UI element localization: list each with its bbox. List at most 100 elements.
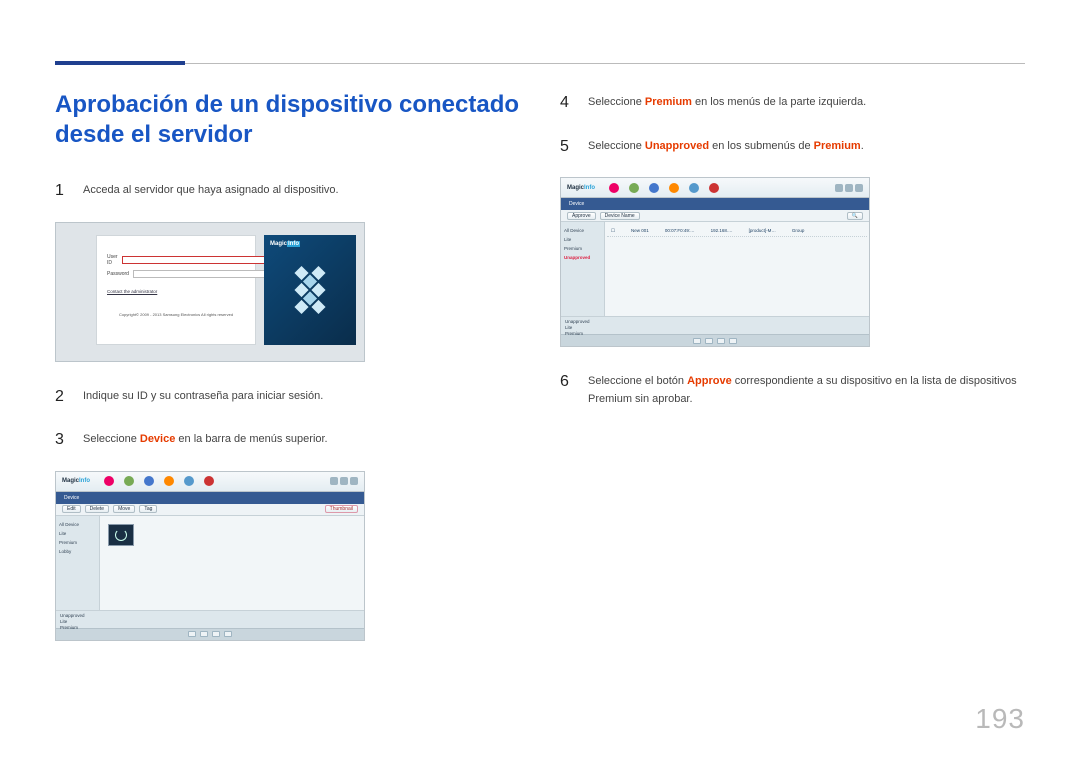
tool-icon[interactable] bbox=[144, 476, 154, 486]
row-group: Group bbox=[792, 228, 805, 234]
sidebar-item-selected[interactable]: Unapproved bbox=[564, 253, 601, 262]
toolbar-icons bbox=[609, 183, 719, 193]
login-screenshot: User ID Login Password Sign Up Contact t… bbox=[55, 222, 365, 362]
step-3-text: Seleccione Device en la barra de menús s… bbox=[83, 427, 328, 453]
step-3-num: 3 bbox=[55, 427, 69, 453]
filter-chip[interactable]: Move bbox=[113, 505, 135, 513]
login-panel: User ID Login Password Sign Up Contact t… bbox=[96, 235, 256, 345]
diamond-grid-icon bbox=[275, 254, 346, 325]
row-name: New 001 bbox=[631, 228, 649, 234]
pager-chip[interactable] bbox=[705, 338, 713, 344]
toolbar-chip[interactable] bbox=[855, 184, 863, 192]
footer-item[interactable]: Premium bbox=[60, 625, 360, 631]
sidebar-item[interactable]: Premium bbox=[59, 538, 96, 547]
step-1-text: Acceda al servidor que haya asignado al … bbox=[83, 178, 339, 204]
pager-chip[interactable] bbox=[717, 338, 725, 344]
search-chip[interactable]: 🔍 bbox=[847, 212, 863, 220]
device-screenshot: MagicInfo Device Edit bbox=[55, 471, 365, 641]
sidebar-item[interactable]: Lobby bbox=[59, 547, 96, 556]
highlight-unapproved: Unapproved bbox=[645, 140, 709, 152]
header-accent bbox=[55, 61, 185, 65]
tool-icon[interactable] bbox=[184, 476, 194, 486]
filter-chip[interactable]: Edit bbox=[62, 505, 81, 513]
sidebar-item[interactable]: All Device bbox=[59, 520, 96, 529]
sidebar-item[interactable]: All Device bbox=[564, 226, 601, 235]
app-filterbar: Approve Device Name 🔍 bbox=[561, 210, 869, 222]
step-4-num: 4 bbox=[560, 90, 574, 116]
app-toolbar: MagicInfo bbox=[56, 472, 364, 492]
toolbar-chip[interactable] bbox=[340, 477, 348, 485]
app-toolbar: MagicInfo bbox=[561, 178, 869, 198]
step-3: 3 Seleccione Device en la barra de menús… bbox=[55, 427, 520, 453]
toolbar-chip[interactable] bbox=[350, 477, 358, 485]
brand-label: MagicInfo bbox=[270, 241, 300, 247]
filter-chip[interactable]: Delete bbox=[85, 505, 109, 513]
toolbar-chip[interactable] bbox=[330, 477, 338, 485]
step-1-num: 1 bbox=[55, 178, 69, 204]
device-row[interactable]: ☐ New 001 00:07:F0:49:… 192.168.… [produ… bbox=[607, 226, 867, 237]
toolbar-chip[interactable] bbox=[835, 184, 843, 192]
step-1: 1 Acceda al servidor que haya asignado a… bbox=[55, 178, 520, 204]
contact-admin-link[interactable]: Contact the administrator bbox=[107, 289, 245, 294]
tool-icon[interactable] bbox=[669, 183, 679, 193]
step-4: 4 Seleccione Premium en los menús de la … bbox=[560, 90, 1025, 116]
toolbar-icons bbox=[104, 476, 214, 486]
premium-screenshot: MagicInfo Device Appr bbox=[560, 177, 870, 347]
app-filterbar: Edit Delete Move Tag Thumbnail bbox=[56, 504, 364, 516]
header-rule bbox=[55, 63, 1025, 64]
left-column: Aprobación de un dispositivo conectado d… bbox=[55, 90, 520, 663]
sidebar-item[interactable]: Premium bbox=[564, 244, 601, 253]
tool-icon[interactable] bbox=[609, 183, 619, 193]
tool-icon[interactable] bbox=[689, 183, 699, 193]
pager-chip[interactable] bbox=[729, 338, 737, 344]
step-5: 5 Seleccione Unapproved en los submenús … bbox=[560, 134, 1025, 160]
row-ip: 192.168.… bbox=[711, 228, 733, 234]
tool-icon[interactable] bbox=[649, 183, 659, 193]
step-5-num: 5 bbox=[560, 134, 574, 160]
sidebar-item[interactable]: Lite bbox=[59, 529, 96, 538]
page-content: Aprobación de un dispositivo conectado d… bbox=[55, 90, 1025, 663]
step-6-num: 6 bbox=[560, 369, 574, 408]
step-2-text: Indique su ID y su contraseña para inici… bbox=[83, 384, 323, 410]
brand-small: MagicInfo bbox=[62, 478, 90, 484]
pager-chip[interactable] bbox=[693, 338, 701, 344]
login-user-label: User ID bbox=[107, 254, 118, 266]
step-6: 6 Seleccione el botón Approve correspond… bbox=[560, 369, 1025, 408]
filter-chip[interactable]: Tag bbox=[139, 505, 157, 513]
highlight-device: Device bbox=[140, 433, 175, 445]
highlight-approve: Approve bbox=[687, 375, 732, 387]
pager-chip[interactable] bbox=[188, 631, 196, 637]
tool-icon[interactable] bbox=[629, 183, 639, 193]
toolbar-chip[interactable] bbox=[845, 184, 853, 192]
right-column: 4 Seleccione Premium en los menús de la … bbox=[560, 90, 1025, 663]
view-thumbnail-chip[interactable]: Thumbnail bbox=[325, 505, 358, 513]
device-thumbnail[interactable] bbox=[108, 524, 134, 546]
tool-icon[interactable] bbox=[709, 183, 719, 193]
footer-item[interactable]: Premium bbox=[565, 331, 865, 337]
pager-chip[interactable] bbox=[212, 631, 220, 637]
app-subbar: Device bbox=[56, 492, 364, 504]
step-2-num: 2 bbox=[55, 384, 69, 410]
highlight-premium-2: Premium bbox=[814, 140, 861, 152]
page-number: 193 bbox=[975, 703, 1025, 735]
highlight-premium: Premium bbox=[645, 96, 692, 108]
toolbar-right bbox=[330, 477, 358, 485]
row-model: [product]-M… bbox=[749, 228, 776, 234]
tool-icon[interactable] bbox=[164, 476, 174, 486]
tool-icon[interactable] bbox=[104, 476, 114, 486]
login-hero: MagicInfo bbox=[264, 235, 356, 345]
pager-chip[interactable] bbox=[200, 631, 208, 637]
brand-small: MagicInfo bbox=[567, 185, 595, 191]
pager-chip[interactable] bbox=[224, 631, 232, 637]
step-4-text: Seleccione Premium en los menús de la pa… bbox=[588, 90, 866, 116]
tool-icon[interactable] bbox=[204, 476, 214, 486]
filter-device-name[interactable]: Device Name bbox=[600, 212, 640, 220]
row-mac: 00:07:F0:49:… bbox=[665, 228, 695, 234]
approve-button[interactable]: Approve bbox=[567, 212, 596, 220]
sidebar-item[interactable]: Lite bbox=[564, 235, 601, 244]
tool-icon[interactable] bbox=[124, 476, 134, 486]
page-title: Aprobación de un dispositivo conectado d… bbox=[55, 90, 520, 150]
step-2: 2 Indique su ID y su contraseña para ini… bbox=[55, 384, 520, 410]
login-copyright: Copyright© 2009 - 2013 Samsung Electroni… bbox=[107, 312, 245, 317]
row-checkbox[interactable]: ☐ bbox=[611, 228, 615, 234]
